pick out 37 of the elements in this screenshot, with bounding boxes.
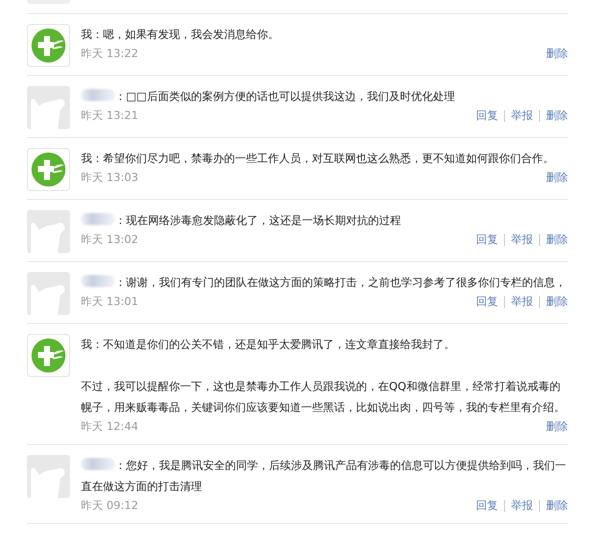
timestamp: 昨天 13:22 — [81, 46, 138, 62]
message-text: 我：希望你们尽力吧，禁毒办的一些工作人员，对互联网也这么熟悉，更不知道如何跟你们合作。 — [81, 151, 555, 167]
action-link[interactable]: 回复 — [476, 500, 498, 512]
cross-logo-avatar[interactable] — [27, 24, 70, 67]
timestamp: 昨天 13:01 — [81, 294, 138, 310]
action-link[interactable]: 删除 — [539, 296, 568, 308]
action-link[interactable]: 删除 — [546, 421, 568, 433]
action-link[interactable]: 举报 — [504, 234, 533, 246]
message-text: ：□□后面类似的案例方便的话也可以提供我这边，我们及时优化处理 — [81, 86, 568, 107]
action-link[interactable]: 删除 — [539, 234, 568, 246]
message-text: 我：嗯，如果有发现，我会发消息给你。 — [81, 27, 280, 43]
action-link[interactable]: 回复 — [476, 234, 498, 246]
action-link[interactable]: 删除 — [539, 110, 568, 122]
timestamp: 昨天 13:03 — [81, 170, 138, 186]
cross-logo-avatar[interactable] — [27, 334, 70, 377]
action-link[interactable]: 举报 — [504, 296, 533, 308]
action-link[interactable]: 删除 — [546, 48, 568, 60]
cross-logo-avatar[interactable] — [27, 148, 70, 191]
action-link[interactable]: 删除 — [539, 500, 568, 512]
timestamp: 昨天 13:02 — [81, 232, 138, 248]
action-link[interactable]: 回复 — [476, 296, 498, 308]
timestamp: 昨天 13:21 — [81, 108, 138, 124]
action-link[interactable]: 回复 — [476, 110, 498, 122]
action-link[interactable]: 举报 — [504, 500, 533, 512]
timestamp: 昨天 09:12 — [81, 498, 138, 514]
message-text: ：您好，我是腾讯安全的同学，后续涉及腾讯产品有涉毒的信息可以方便提供给到吗，我们一直在做这方面的打击清理 — [81, 457, 567, 495]
action-link[interactable]: 举报 — [504, 110, 533, 122]
message-text: ：谢谢，我们有专门的团队在做这方面的策略打击，之前也学习参考了很多你们专栏的信息， — [81, 272, 568, 293]
blurred-name — [81, 458, 115, 470]
action-link[interactable]: 删除 — [546, 172, 568, 184]
blurred-name — [81, 213, 115, 225]
blurred-name — [81, 89, 115, 101]
timestamp: 昨天 12:44 — [81, 419, 138, 435]
message-text: 不过，我可以提醒你一下，这也是禁毒办工作人员跟我说的，在QQ和微信群里，经常打着说戒毒的幌子，用来贩毒毒品，关键词你们应该要知道一些黑话，比如说出肉，四号等，我的专栏里有介绍。 — [81, 379, 566, 416]
blurred-name — [81, 275, 115, 287]
message-text: ：现在网络涉毒愈发隐蔽化了，这还是一场长期对抗的过程 — [81, 210, 568, 231]
message-text: 我：不知道是你们的公关不错，还是知乎太爱腾讯了，连文章直接给我封了。 — [81, 337, 456, 353]
